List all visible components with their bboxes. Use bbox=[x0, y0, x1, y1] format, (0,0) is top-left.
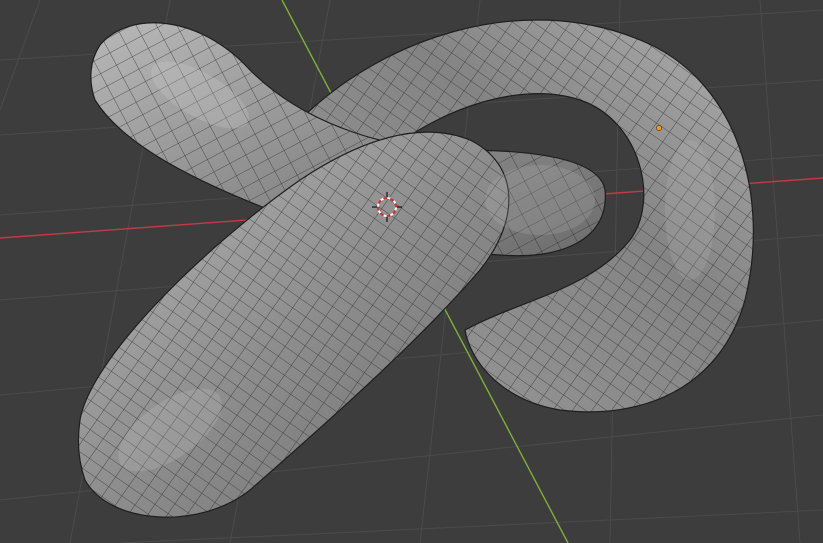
viewport-canvas[interactable] bbox=[0, 0, 823, 543]
knot-mesh[interactable] bbox=[77, 19, 754, 518]
3d-viewport[interactable] bbox=[0, 0, 823, 543]
object-origin-icon[interactable] bbox=[656, 125, 662, 131]
